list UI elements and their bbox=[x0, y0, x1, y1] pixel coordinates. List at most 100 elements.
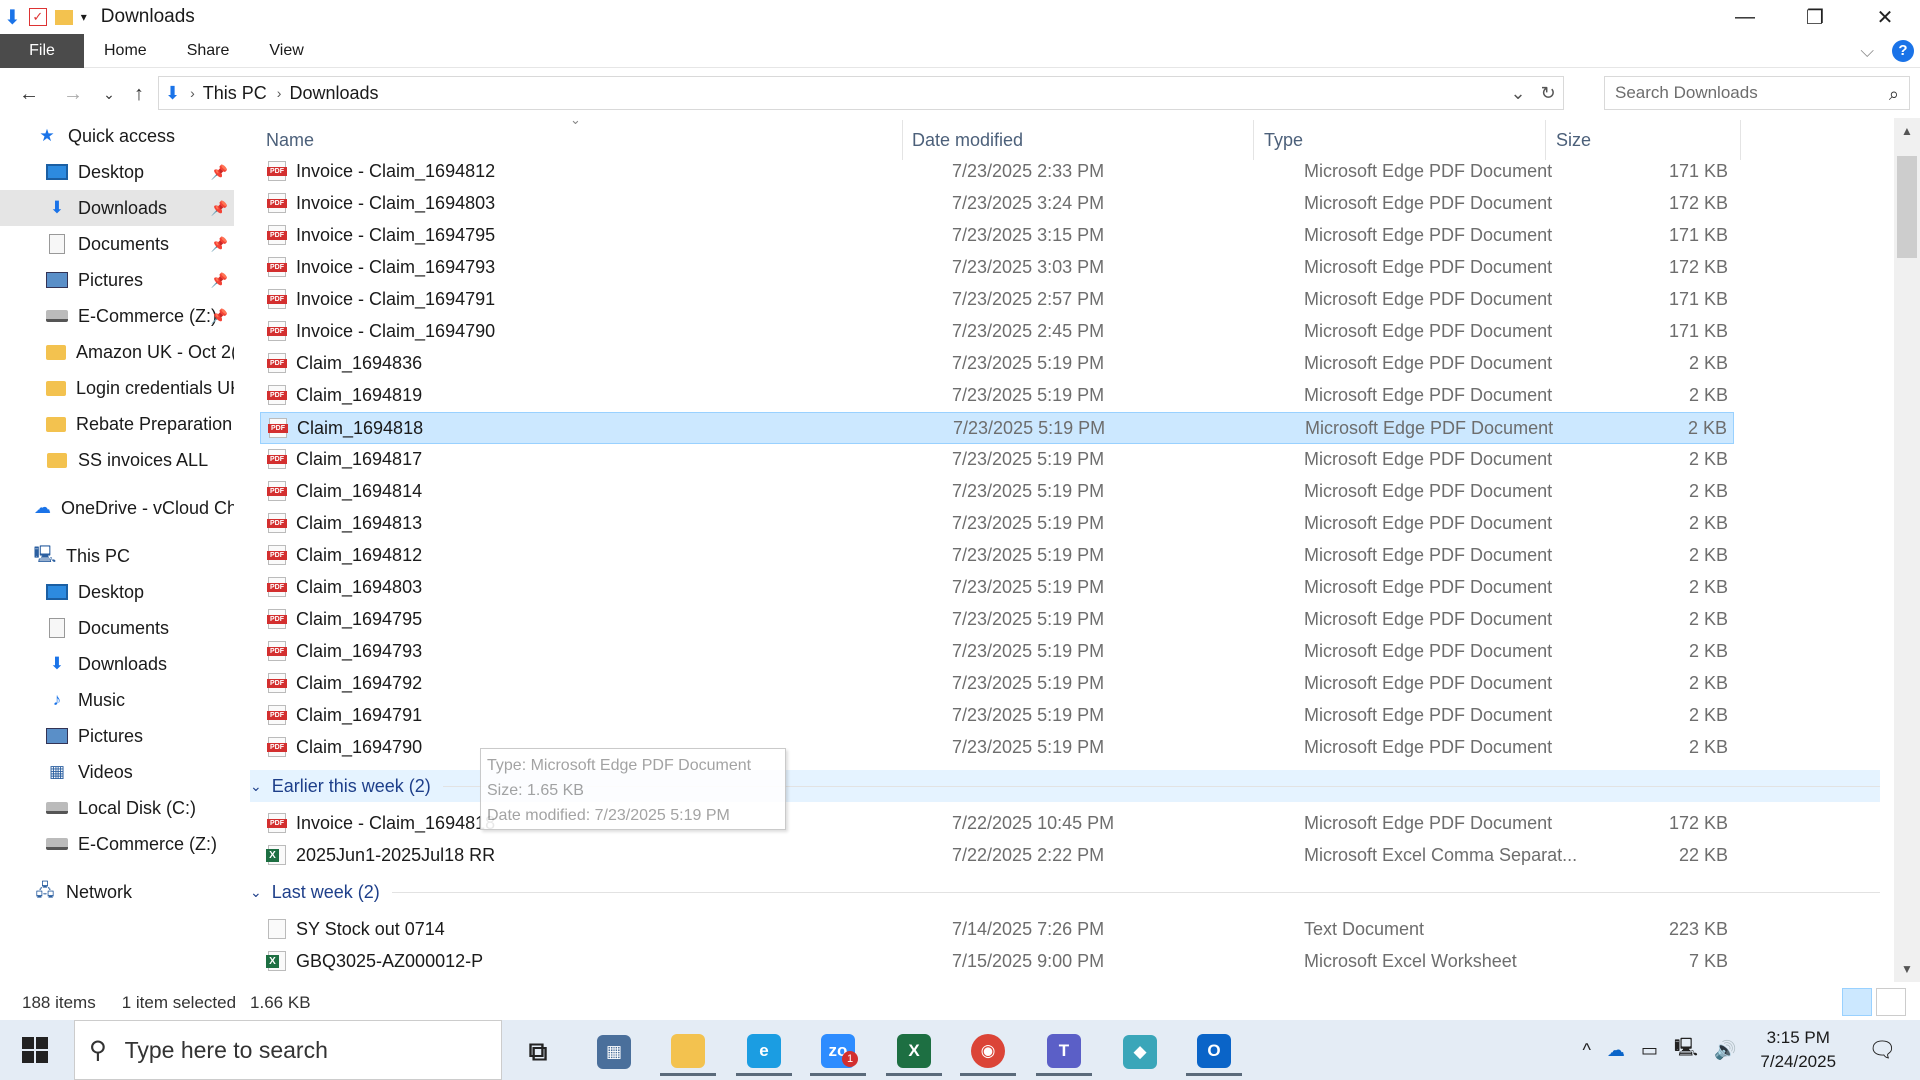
restore-button[interactable]: ❐ bbox=[1780, 0, 1850, 34]
file-row[interactable]: Invoice - Claim_1694812 7/23/2025 2:33 PM… bbox=[260, 156, 1734, 188]
sidebar-item[interactable]: Pictures 📌 bbox=[0, 262, 234, 298]
column-header-size[interactable]: Size bbox=[1550, 124, 1740, 156]
breadcrumb-separator[interactable]: › bbox=[277, 85, 282, 101]
sidebar-item[interactable]: ⬇ Downloads 📌 bbox=[0, 190, 234, 226]
sidebar-item[interactable]: Desktop bbox=[0, 574, 234, 610]
refresh-icon[interactable]: ↻ bbox=[1533, 83, 1563, 104]
file-row[interactable]: Claim_1694818 7/23/2025 5:19 PM Microsoft … bbox=[260, 412, 1734, 444]
clock-date: 7/24/2025 bbox=[1760, 1052, 1837, 1071]
taskbar-app-excel[interactable]: X bbox=[886, 1028, 942, 1076]
show-hidden-icons-icon[interactable]: ^ bbox=[1583, 1040, 1591, 1061]
address-bar[interactable]: ⬇ › This PC › Downloads ⌄ ↻ bbox=[158, 76, 1564, 110]
vertical-scrollbar[interactable]: ▲ ▼ bbox=[1894, 118, 1920, 982]
scrollbar-thumb[interactable] bbox=[1897, 156, 1917, 258]
sidebar-item[interactable]: ▦ Videos bbox=[0, 754, 234, 790]
column-header-name[interactable]: Name bbox=[260, 124, 940, 156]
file-row[interactable]: Claim_1694803 7/23/2025 5:19 PM Microsoft … bbox=[260, 572, 1734, 604]
tab-file[interactable]: File bbox=[0, 33, 84, 68]
battery-icon[interactable]: ▭ bbox=[1641, 1040, 1658, 1061]
new-folder-icon[interactable] bbox=[54, 9, 73, 25]
sidebar-item[interactable]: E-Commerce (Z:) bbox=[0, 826, 234, 862]
file-row[interactable]: Claim_1694793 7/23/2025 5:19 PM Microsoft … bbox=[260, 636, 1734, 668]
expand-ribbon-icon[interactable]: ⌵ bbox=[1860, 41, 1874, 62]
file-row[interactable]: Claim_1694812 7/23/2025 5:19 PM Microsoft … bbox=[260, 540, 1734, 572]
taskbar-app-file-explorer[interactable] bbox=[660, 1028, 716, 1076]
sidebar-item[interactable]: 🖧 Network bbox=[0, 874, 234, 910]
taskbar-app-app-diamond[interactable]: ◆ bbox=[1112, 1028, 1168, 1076]
file-date: 7/22/2025 2:22 PM bbox=[952, 845, 1105, 865]
sidebar-item[interactable]: Documents 📌 bbox=[0, 226, 234, 262]
file-row[interactable]: GBQ3025-AZ000012-P 7/15/2025 9:00 PM Micro… bbox=[260, 946, 1734, 978]
file-row[interactable]: Invoice - Claim_1694795 7/23/2025 3:15 PM… bbox=[260, 220, 1734, 252]
taskbar-app-chrome[interactable]: ◉ bbox=[960, 1028, 1016, 1076]
start-button[interactable] bbox=[10, 1032, 60, 1068]
tab-home[interactable]: Home bbox=[84, 34, 167, 68]
taskbar-app-edge[interactable]: e bbox=[736, 1028, 792, 1076]
onedrive-icon[interactable]: ☁ bbox=[1607, 1040, 1625, 1061]
file-row[interactable]: Claim_1694795 7/23/2025 5:19 PM Microsoft … bbox=[260, 604, 1734, 636]
up-button[interactable]: ↑ bbox=[122, 83, 156, 106]
sidebar-item[interactable]: Login credentials UK bbox=[0, 370, 234, 406]
address-dropdown-icon[interactable]: ⌄ bbox=[1503, 83, 1533, 104]
network-icon[interactable]: 🖳 bbox=[1674, 1035, 1698, 1065]
sidebar-item[interactable]: Desktop 📌 bbox=[0, 154, 234, 190]
volume-icon[interactable]: 🔊 bbox=[1714, 1040, 1736, 1061]
taskbar-app-teams[interactable]: T bbox=[1036, 1028, 1092, 1076]
taskbar-app-task-view[interactable]: ⧉ bbox=[510, 1028, 566, 1076]
taskbar-app-zoom[interactable]: zo 1 bbox=[810, 1028, 866, 1076]
notifications-icon[interactable]: 🗨 bbox=[1868, 1037, 1896, 1063]
file-row[interactable]: Claim_1694813 7/23/2025 5:19 PM Microsoft … bbox=[260, 508, 1734, 540]
sidebar-item[interactable]: SS invoices ALL bbox=[0, 442, 234, 478]
sidebar-item[interactable]: Local Disk (C:) bbox=[0, 790, 234, 826]
file-row[interactable]: Invoice - Claim_1694790 7/23/2025 2:45 PM… bbox=[260, 316, 1734, 348]
file-row[interactable]: Invoice - Claim_1694803 7/23/2025 3:24 PM… bbox=[260, 188, 1734, 220]
tab-share[interactable]: Share bbox=[167, 34, 250, 68]
videos-icon: ▦ bbox=[48, 762, 66, 781]
sidebar-item[interactable]: Rebate Preparation I bbox=[0, 406, 234, 442]
taskbar-app-calculator[interactable]: ▦ bbox=[586, 1028, 642, 1076]
recent-locations-button[interactable]: ⌄ bbox=[92, 86, 126, 103]
file-row[interactable]: Claim_1694814 7/23/2025 5:19 PM Microsoft … bbox=[260, 476, 1734, 508]
file-row[interactable]: Claim_1694817 7/23/2025 5:19 PM Microsoft … bbox=[260, 444, 1734, 476]
column-header-date[interactable]: Date modified bbox=[906, 124, 1256, 156]
breadcrumb-separator[interactable]: › bbox=[190, 85, 195, 101]
sidebar-item[interactable]: ☁ OneDrive - vCloud Ch bbox=[0, 490, 234, 526]
file-row[interactable]: Claim_1694819 7/23/2025 5:19 PM Microsoft … bbox=[260, 380, 1734, 412]
scroll-up-icon[interactable]: ▲ bbox=[1894, 124, 1920, 138]
file-row[interactable]: SY Stock out 0714 7/14/2025 7:26 PM Text D… bbox=[260, 914, 1734, 946]
sidebar-item[interactable]: ♪ Music bbox=[0, 682, 234, 718]
large-icons-view-button[interactable] bbox=[1876, 988, 1906, 1016]
clock[interactable]: 3:15 PM 7/24/2025 bbox=[1760, 1026, 1836, 1074]
breadcrumb-this-pc[interactable]: This PC bbox=[203, 83, 267, 104]
file-row[interactable]: Invoice - Claim_1694793 7/23/2025 3:03 PM… bbox=[260, 252, 1734, 284]
tab-view[interactable]: View bbox=[249, 34, 323, 68]
sidebar-item[interactable]: ★ Quick access bbox=[0, 118, 234, 154]
sidebar-item[interactable]: Amazon UK - Oct 2( bbox=[0, 334, 234, 370]
forward-button[interactable]: → bbox=[56, 83, 90, 106]
download-icon[interactable]: ⬇ bbox=[4, 5, 21, 30]
breadcrumb-downloads[interactable]: Downloads bbox=[289, 83, 378, 104]
sidebar-item[interactable]: 🖳 This PC bbox=[0, 538, 234, 574]
file-row[interactable]: Claim_1694791 7/23/2025 5:19 PM Microsoft … bbox=[260, 700, 1734, 732]
details-view-button[interactable] bbox=[1842, 988, 1872, 1016]
file-row[interactable]: Invoice - Claim_1694791 7/23/2025 2:57 PM… bbox=[260, 284, 1734, 316]
properties-icon[interactable]: ✓ bbox=[28, 8, 47, 26]
column-header-type[interactable]: Type bbox=[1258, 124, 1548, 156]
file-row[interactable]: 2025Jun1-2025Jul18 RR 7/22/2025 2:22 PM Mi… bbox=[260, 840, 1734, 872]
search-input[interactable]: Search Downloads ⌕ bbox=[1604, 76, 1910, 110]
file-row[interactable]: Claim_1694836 7/23/2025 5:19 PM Microsoft … bbox=[260, 348, 1734, 380]
sidebar-item[interactable]: Documents bbox=[0, 610, 234, 646]
customize-toolbar-icon[interactable]: ▾ bbox=[81, 10, 87, 24]
taskbar-search-input[interactable]: ⚲ Type here to search bbox=[74, 1020, 502, 1080]
sidebar-item[interactable]: ⬇ Downloads bbox=[0, 646, 234, 682]
sidebar-item[interactable]: Pictures bbox=[0, 718, 234, 754]
back-button[interactable]: ← bbox=[12, 83, 46, 106]
sidebar-item[interactable]: E-Commerce (Z:) 📌 bbox=[0, 298, 234, 334]
close-button[interactable]: ✕ bbox=[1850, 0, 1920, 34]
group-header-last-week[interactable]: ⌄ Last week (2) bbox=[250, 876, 1880, 908]
help-icon[interactable]: ? bbox=[1892, 40, 1914, 62]
minimize-button[interactable]: — bbox=[1710, 0, 1780, 34]
scroll-down-icon[interactable]: ▼ bbox=[1894, 962, 1920, 976]
taskbar-app-outlook[interactable]: O bbox=[1186, 1028, 1242, 1076]
file-row[interactable]: Claim_1694792 7/23/2025 5:19 PM Microsoft … bbox=[260, 668, 1734, 700]
